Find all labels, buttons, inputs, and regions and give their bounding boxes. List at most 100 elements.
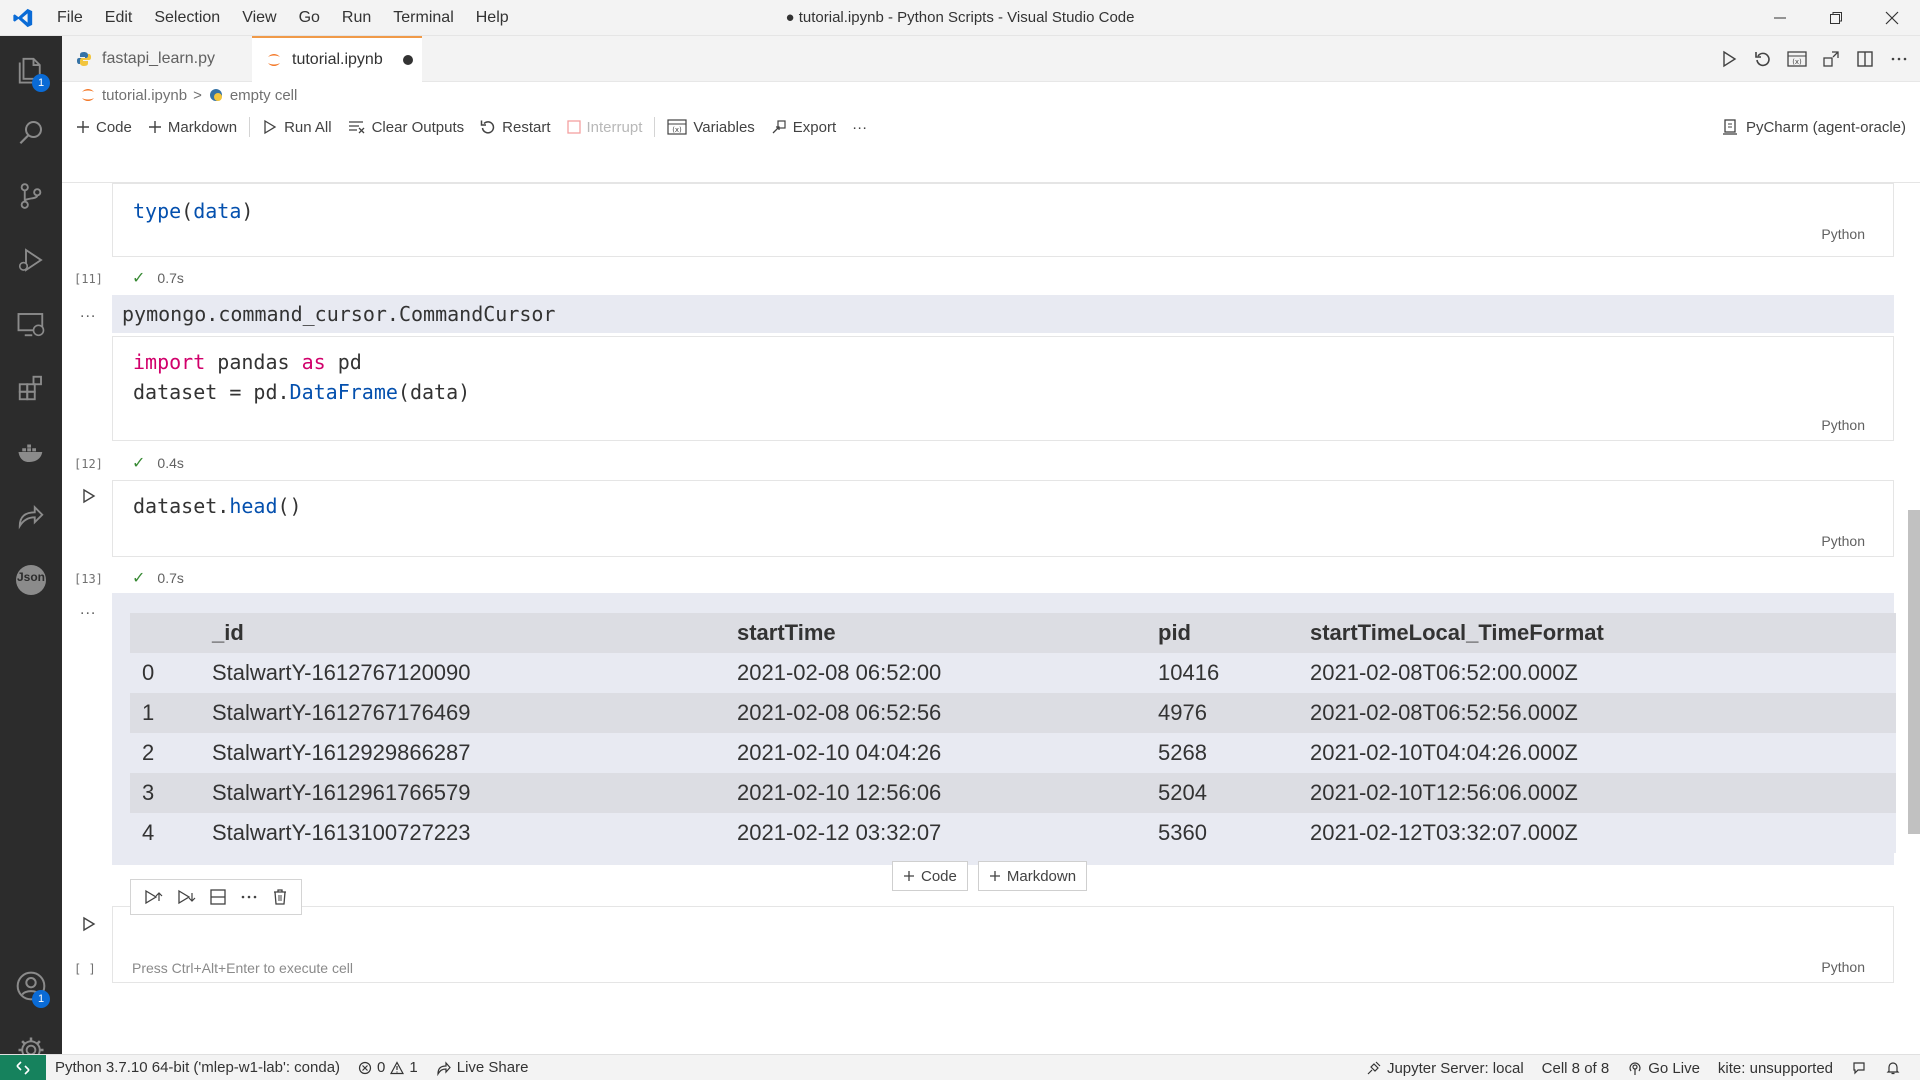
svg-text:(x): (x) xyxy=(673,126,683,134)
code-cell-11[interactable]: type(data) Python xyxy=(112,183,1894,257)
menu-terminal[interactable]: Terminal xyxy=(382,0,464,36)
cell-status: ✓ 0.7s xyxy=(132,568,184,588)
notifications-button[interactable] xyxy=(1876,1060,1910,1076)
explorer-badge: 1 xyxy=(32,74,50,92)
kite-status-button[interactable]: kite: unsupported xyxy=(1709,1060,1842,1077)
check-icon: ✓ xyxy=(132,270,146,287)
cell-language[interactable]: Python xyxy=(1821,533,1865,549)
table-cell: 2021-02-08T06:52:00.000Z xyxy=(1298,653,1896,693)
run-cell-13-button[interactable] xyxy=(82,488,96,507)
problems-button[interactable]: 0 1 xyxy=(349,1059,427,1076)
cell-source[interactable]: type(data) xyxy=(133,196,253,226)
export-button[interactable]: Export xyxy=(763,108,844,146)
interrupt-button[interactable]: Interrupt xyxy=(559,108,651,146)
close-window-button[interactable] xyxy=(1864,0,1920,36)
breadcrumb-file[interactable]: tutorial.ipynb xyxy=(102,87,187,104)
tab-fastapi-learn[interactable]: fastapi_learn.py xyxy=(62,36,248,82)
restore-icon xyxy=(1830,12,1842,24)
menu-run[interactable]: Run xyxy=(331,0,382,36)
output-menu-button[interactable]: ... xyxy=(80,304,96,322)
split-cell-icon[interactable] xyxy=(208,887,228,907)
add-code-cell-button[interactable]: Code xyxy=(68,108,140,146)
broadcast-icon xyxy=(1629,1062,1641,1075)
table-cell: 2021-02-08 06:52:00 xyxy=(725,653,1146,693)
run-notebook-button[interactable] xyxy=(1718,48,1740,70)
warning-count: 1 xyxy=(409,1059,418,1076)
jupyter-server-button[interactable]: Jupyter Server: local xyxy=(1357,1060,1533,1077)
unsaved-dot-icon[interactable] xyxy=(402,55,413,65)
restart-button[interactable]: Restart xyxy=(472,108,558,146)
error-icon xyxy=(358,1061,372,1074)
menu-go[interactable]: Go xyxy=(288,0,331,36)
explorer-button[interactable]: 1 xyxy=(0,40,62,100)
variables-view-button[interactable]: (x) xyxy=(1786,48,1808,70)
run-empty-cell-button[interactable] xyxy=(82,916,96,935)
live-share-icon xyxy=(437,1060,451,1076)
feedback-button[interactable] xyxy=(1842,1060,1876,1076)
empty-code-cell[interactable]: Python xyxy=(112,906,1894,983)
run-above-icon[interactable] xyxy=(142,887,164,907)
clear-outputs-button[interactable]: Clear Outputs xyxy=(340,108,473,146)
menu-edit[interactable]: Edit xyxy=(94,0,144,36)
ellipsis-icon[interactable] xyxy=(239,887,259,907)
toolbar-more-button[interactable]: ··· xyxy=(844,108,875,146)
split-editor-button[interactable] xyxy=(1854,48,1876,70)
table-cell: 2021-02-08T06:52:56.000Z xyxy=(1298,693,1896,733)
plus-icon xyxy=(148,121,161,133)
docker-button[interactable] xyxy=(0,422,62,482)
menu-help[interactable]: Help xyxy=(465,0,520,36)
code-cell-12[interactable]: import pandas as pd dataset = pd.DataFra… xyxy=(112,336,1894,441)
cell-language[interactable]: Python xyxy=(1821,226,1865,242)
vertical-scrollbar[interactable] xyxy=(1908,510,1920,834)
menu-selection[interactable]: Selection xyxy=(143,0,231,36)
trash-icon[interactable] xyxy=(270,887,290,907)
bell-icon xyxy=(1886,1062,1900,1075)
live-share-button[interactable]: Live Share xyxy=(427,1059,538,1076)
kernel-picker[interactable]: PyCharm (agent-oracle) xyxy=(1722,108,1906,146)
accounts-button[interactable]: 1 xyxy=(0,956,62,1016)
remote-explorer-button[interactable] xyxy=(0,294,62,354)
minimize-button[interactable] xyxy=(1752,0,1808,36)
json-button[interactable]: Json xyxy=(0,550,62,610)
source-control-icon xyxy=(20,183,42,209)
python-interpreter-button[interactable]: Python 3.7.10 64-bit ('mlep-w1-lab': con… xyxy=(46,1059,349,1076)
code-cell-13[interactable]: dataset.head() Python xyxy=(112,480,1894,557)
run-all-button[interactable]: Run All xyxy=(254,108,340,146)
insert-code-cell-button[interactable]: Code xyxy=(892,861,968,891)
menu-view[interactable]: View xyxy=(231,0,287,36)
restart-kernel-button[interactable] xyxy=(1752,48,1774,70)
source-control-button[interactable] xyxy=(0,166,62,226)
cell-source[interactable]: import pandas as pd dataset = pd.DataFra… xyxy=(133,347,470,407)
more-actions-button[interactable] xyxy=(1888,48,1910,70)
run-debug-button[interactable] xyxy=(0,230,62,290)
variables-icon: (x) xyxy=(667,119,687,135)
insert-markdown-cell-button[interactable]: Markdown xyxy=(977,861,1088,891)
cell-language[interactable]: Python xyxy=(1821,959,1865,975)
output-menu-button[interactable]: ... xyxy=(80,601,96,619)
table-cell: StalwartY-1612767176469 xyxy=(200,693,725,733)
editor-actions: (x) xyxy=(1718,36,1910,82)
dataframe-table: _id startTime pid startTimeLocal_TimeFor… xyxy=(130,613,1896,853)
tab-tutorial-ipynb[interactable]: tutorial.ipynb xyxy=(252,36,422,82)
table-cell: 2021-02-12 03:32:07 xyxy=(725,813,1146,853)
interactive-button[interactable] xyxy=(1820,48,1842,70)
cell-source[interactable]: dataset.head() xyxy=(133,491,302,521)
variables-button[interactable]: (x) Variables xyxy=(659,108,762,146)
go-live-button[interactable]: Go Live xyxy=(1618,1060,1709,1077)
restore-button[interactable] xyxy=(1808,0,1864,36)
run-below-icon[interactable] xyxy=(175,887,197,907)
extensions-button[interactable] xyxy=(0,358,62,418)
add-code-label: Code xyxy=(96,118,132,136)
live-share-activity-button[interactable] xyxy=(0,486,62,546)
docker-icon xyxy=(18,444,43,462)
breadcrumb-cell[interactable]: empty cell xyxy=(230,87,298,104)
plus-icon xyxy=(904,871,914,881)
row-index: 4 xyxy=(130,813,200,853)
add-markdown-cell-button[interactable]: Markdown xyxy=(140,108,245,146)
activity-bar: 1 Json 1 xyxy=(0,36,62,1063)
cell-language[interactable]: Python xyxy=(1821,417,1865,433)
cell-position-button[interactable]: Cell 8 of 8 xyxy=(1533,1060,1619,1077)
menu-file[interactable]: File xyxy=(46,0,94,36)
remote-indicator-button[interactable] xyxy=(0,1054,46,1080)
search-button[interactable] xyxy=(0,102,62,162)
